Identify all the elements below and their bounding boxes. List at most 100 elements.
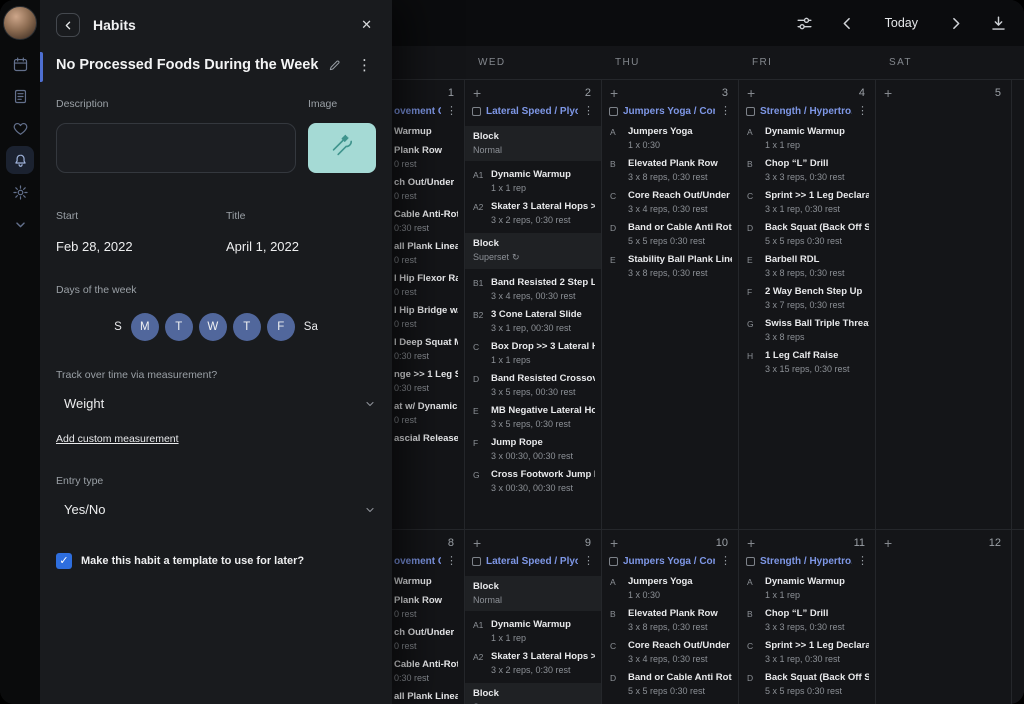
- exercise-entry[interactable]: AJumpers Yoga1 x 0:30: [602, 576, 738, 600]
- exercise-entry[interactable]: EStability Ball Plank Linear ...3 x 8 re…: [602, 254, 738, 278]
- day-chip[interactable]: M: [131, 313, 159, 341]
- add-event-icon[interactable]: +: [473, 86, 481, 100]
- calendar-day-cell[interactable]: +9Lateral Speed / Plyo⋮BlockNormalA1Dyna…: [464, 530, 601, 704]
- calendar-icon[interactable]: [6, 50, 34, 78]
- exercise-entry[interactable]: CSprint >> 1 Leg Declarations3 x 1 rep, …: [739, 190, 875, 214]
- exercise-entry[interactable]: BElevated Plank Row3 x 8 reps, 0:30 rest: [602, 158, 738, 182]
- day-chip[interactable]: T: [233, 313, 261, 341]
- kebab-menu-icon[interactable]: ⋮: [720, 556, 731, 567]
- workout-title[interactable]: Jumpers Yoga / Core: [623, 556, 715, 567]
- workout-checkbox[interactable]: [472, 107, 481, 116]
- workout-title[interactable]: ovement Q...: [394, 106, 441, 117]
- calendar-day-cell[interactable]: +4Strength / Hypertro...⋮ADynamic Warmup…: [738, 80, 875, 529]
- add-event-icon[interactable]: +: [747, 86, 755, 100]
- exercise-entry[interactable]: DBand or Cable Anti Rotati...5 x 5 reps …: [602, 222, 738, 246]
- exercise-entry[interactable]: B23 Cone Lateral Slide3 x 1 rep, 00:30 r…: [465, 309, 601, 333]
- add-event-icon[interactable]: +: [473, 536, 481, 550]
- habit-image-thumbnail[interactable]: [308, 123, 376, 173]
- exercise-entry[interactable]: ADynamic Warmup1 x 1 rep: [739, 576, 875, 600]
- exercise-entry[interactable]: B1Band Resisted 2 Step Late...3 x 4 reps…: [465, 277, 601, 301]
- exercise-entry[interactable]: FJump Rope3 x 00:30, 00:30 rest: [465, 437, 601, 461]
- kebab-menu-icon[interactable]: ⋮: [583, 556, 594, 567]
- exercise-entry[interactable]: EBarbell RDL3 x 8 reps, 0:30 rest: [739, 254, 875, 278]
- exercise-entry[interactable]: BChop “L” Drill3 x 3 reps, 0:30 rest: [739, 158, 875, 182]
- bell-icon[interactable]: [6, 146, 34, 174]
- exercise-entry[interactable]: GSwiss Ball Triple Threat3 x 8 reps: [739, 318, 875, 342]
- add-event-icon[interactable]: +: [610, 536, 618, 550]
- exercise-entry[interactable]: DBand or Cable Anti Rotati...5 x 5 reps …: [602, 672, 738, 696]
- exercise-entry[interactable]: GCross Footwork Jump Rope3 x 00:30, 00:3…: [465, 469, 601, 493]
- calendar-day-cell[interactable]: +11Strength / Hypertro...⋮ADynamic Warmu…: [738, 530, 875, 704]
- workout-checkbox[interactable]: [609, 557, 618, 566]
- kebab-menu-icon[interactable]: ⋮: [857, 556, 868, 567]
- calendar-day-cell[interactable]: +10Jumpers Yoga / Core⋮AJumpers Yoga1 x …: [601, 530, 738, 704]
- add-event-icon[interactable]: +: [610, 86, 618, 100]
- exercise-entry[interactable]: A1Dynamic Warmup1 x 1 rep: [465, 619, 601, 643]
- day-chip[interactable]: S: [111, 321, 125, 333]
- exercise-entry[interactable]: CCore Reach Out/Under3 x 4 reps, 0:30 re…: [602, 640, 738, 664]
- start-date-value[interactable]: Feb 28, 2022: [56, 239, 226, 254]
- heart-icon[interactable]: [6, 114, 34, 142]
- exercise-entry[interactable]: A2Skater 3 Lateral Hops >> ...3 x 2 reps…: [465, 201, 601, 225]
- description-input[interactable]: [56, 123, 296, 173]
- kebab-menu-icon[interactable]: ⋮: [353, 56, 376, 74]
- chevron-down-icon[interactable]: [6, 210, 34, 238]
- day-chip[interactable]: T: [165, 313, 193, 341]
- calendar-day-cell[interactable]: +12: [875, 530, 1012, 704]
- kebab-menu-icon[interactable]: ⋮: [720, 106, 731, 117]
- workout-title[interactable]: Lateral Speed / Plyo: [486, 106, 578, 117]
- document-icon[interactable]: [6, 82, 34, 110]
- exercise-entry[interactable]: ADynamic Warmup1 x 1 rep: [739, 126, 875, 150]
- workout-checkbox[interactable]: [746, 107, 755, 116]
- template-checkbox[interactable]: ✓: [56, 553, 72, 569]
- exercise-entry[interactable]: CSprint >> 1 Leg Declarations3 x 1 rep, …: [739, 640, 875, 664]
- exercise-entry[interactable]: BElevated Plank Row3 x 8 reps, 0:30 rest: [602, 608, 738, 632]
- exercise-entry[interactable]: F2 Way Bench Step Up3 x 7 reps, 0:30 res…: [739, 286, 875, 310]
- exercise-entry[interactable]: AJumpers Yoga1 x 0:30: [602, 126, 738, 150]
- workout-checkbox[interactable]: [472, 557, 481, 566]
- workout-checkbox[interactable]: [609, 107, 618, 116]
- workout-title[interactable]: Jumpers Yoga / Core: [623, 106, 715, 117]
- add-event-icon[interactable]: +: [747, 536, 755, 550]
- entry-type-select[interactable]: Yes/No: [56, 502, 376, 517]
- today-button[interactable]: Today: [881, 16, 922, 30]
- calendar-day-cell[interactable]: +2Lateral Speed / Plyo⋮BlockNormalA1Dyna…: [464, 80, 601, 529]
- avatar[interactable]: [3, 6, 37, 40]
- day-chip[interactable]: W: [199, 313, 227, 341]
- back-button[interactable]: [56, 13, 80, 37]
- add-custom-measurement-link[interactable]: Add custom measurement: [56, 433, 179, 445]
- calendar-day-cell[interactable]: +3Jumpers Yoga / Core⋮AJumpers Yoga1 x 0…: [601, 80, 738, 529]
- workout-title[interactable]: Strength / Hypertro...: [760, 106, 852, 117]
- calendar-day-cell[interactable]: +5: [875, 80, 1012, 529]
- day-chip[interactable]: F: [267, 313, 295, 341]
- add-event-icon[interactable]: +: [884, 536, 892, 550]
- exercise-entry[interactable]: BChop “L” Drill3 x 3 reps, 0:30 rest: [739, 608, 875, 632]
- exercise-entry[interactable]: DBack Squat (Back Off Set)5 x 5 reps 0:3…: [739, 672, 875, 696]
- end-date-value[interactable]: April 1, 2022: [226, 239, 376, 254]
- exercise-entry[interactable]: EMB Negative Lateral Hop...3 x 5 reps, 0…: [465, 405, 601, 429]
- kebab-menu-icon[interactable]: ⋮: [446, 556, 457, 567]
- kebab-menu-icon[interactable]: ⋮: [857, 106, 868, 117]
- exercise-entry[interactable]: CCore Reach Out/Under3 x 4 reps, 0:30 re…: [602, 190, 738, 214]
- exercise-entry[interactable]: A2Skater 3 Lateral Hops >> ...3 x 2 reps…: [465, 651, 601, 675]
- gear-icon[interactable]: [6, 178, 34, 206]
- kebab-menu-icon[interactable]: ⋮: [446, 106, 457, 117]
- download-icon[interactable]: [989, 14, 1008, 33]
- exercise-entry[interactable]: DBack Squat (Back Off Set)5 x 5 reps 0:3…: [739, 222, 875, 246]
- filter-sliders-icon[interactable]: [795, 14, 814, 33]
- exercise-entry[interactable]: H1 Leg Calf Raise3 x 15 reps, 0:30 rest: [739, 350, 875, 374]
- workout-title[interactable]: Strength / Hypertro...: [760, 556, 852, 567]
- exercise-entry[interactable]: A1Dynamic Warmup1 x 1 rep: [465, 169, 601, 193]
- exercise-entry[interactable]: CBox Drop >> 3 Lateral H...1 x 1 reps: [465, 341, 601, 365]
- close-icon[interactable]: ✕: [357, 13, 376, 37]
- prev-week-chevron-left-icon[interactable]: [838, 14, 857, 33]
- next-week-chevron-right-icon[interactable]: [946, 14, 965, 33]
- kebab-menu-icon[interactable]: ⋮: [583, 106, 594, 117]
- measurement-select[interactable]: Weight: [56, 396, 376, 411]
- workout-checkbox[interactable]: [746, 557, 755, 566]
- add-event-icon[interactable]: +: [884, 86, 892, 100]
- day-chip[interactable]: Sa: [301, 321, 321, 333]
- workout-title[interactable]: ovement Q...: [394, 556, 441, 567]
- workout-title[interactable]: Lateral Speed / Plyo: [486, 556, 578, 567]
- edit-pencil-icon[interactable]: [328, 58, 342, 72]
